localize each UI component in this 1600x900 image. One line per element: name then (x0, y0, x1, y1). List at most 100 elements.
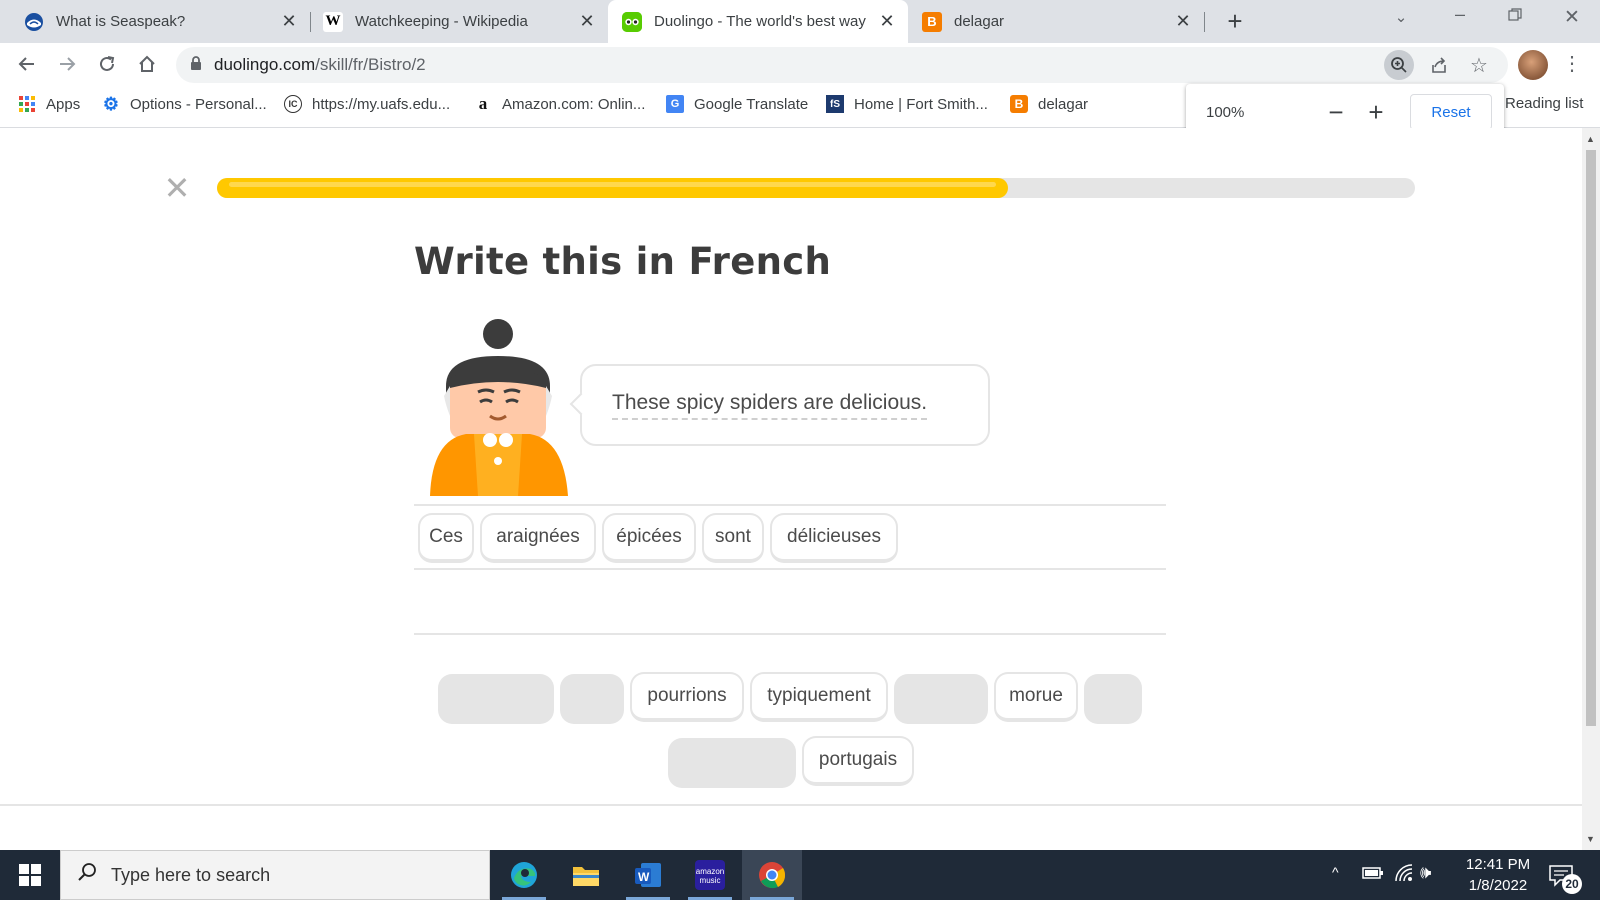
windows-start-icon[interactable] (0, 850, 60, 900)
answer-word-chip[interactable]: Ces (418, 513, 474, 563)
edge-icon[interactable] (494, 850, 554, 900)
new-tab-plus-icon[interactable]: + (1220, 6, 1250, 36)
progress-shine (229, 182, 996, 187)
minimize-icon[interactable]: – (1440, 4, 1480, 25)
word-bank-chip[interactable]: pourrions (630, 672, 744, 722)
answer-word-chip[interactable]: délicieuses (770, 513, 898, 563)
notification-center-icon[interactable]: 20 (1546, 860, 1582, 894)
clock-time: 12:41 PM (1465, 856, 1531, 873)
progress-fill (217, 178, 1008, 198)
volume-icon[interactable]: 🕪 (1420, 862, 1431, 883)
reading-list[interactable]: Reading list (1505, 95, 1583, 112)
tab-title: What is Seaspeak? (56, 13, 186, 30)
wifi-icon[interactable] (1394, 863, 1414, 888)
bookmark-apps[interactable]: Apps (18, 95, 80, 113)
battery-icon[interactable] (1362, 866, 1384, 885)
lock-icon[interactable] (190, 56, 202, 74)
answer-word-chip[interactable]: sont (702, 513, 764, 563)
windows-taskbar: Type here to search W amazon music ^ 🕪 1… (0, 850, 1600, 900)
show-hidden-icons-chevron-icon[interactable]: ^ (1332, 864, 1339, 880)
answer-line-top (414, 504, 1166, 506)
zoom-in-button[interactable]: + (1356, 97, 1396, 128)
tab-watchkeeping[interactable]: W Watchkeeping - Wikipedia ✕ (311, 0, 608, 43)
word-bank-empty-slot (668, 738, 796, 788)
challenge-heading: Write this in French (414, 240, 832, 283)
tab-title: Watchkeeping - Wikipedia (355, 13, 528, 30)
bookmark-label: Apps (46, 95, 81, 113)
blogger-icon: B (1010, 95, 1028, 113)
close-window-icon[interactable]: ✕ (1552, 6, 1592, 29)
bookmark-fort-smith[interactable]: fS Home | Fort Smith... (826, 95, 988, 113)
amazon-music-label: amazon music (695, 860, 725, 890)
word-bank-empty-slot (1084, 674, 1142, 724)
amazon-icon: a (478, 94, 488, 113)
share-icon[interactable] (1424, 50, 1454, 80)
prompt-sentence[interactable]: These spicy spiders are delicious. (612, 391, 928, 420)
home-icon[interactable] (130, 47, 164, 81)
scrollbar-thumb[interactable] (1586, 150, 1596, 726)
ic-icon: IC (284, 95, 302, 113)
menu-dots-icon[interactable]: ⋮ (1562, 51, 1582, 77)
tab-duolingo[interactable]: Duolingo - The world's best way ✕ (608, 0, 908, 43)
notification-count-badge: 20 (1562, 874, 1582, 894)
prompt-speech-bubble: These spicy spiders are delicious. (569, 364, 990, 446)
restore-icon[interactable] (1495, 8, 1535, 27)
noaa-icon (24, 12, 44, 32)
search-icon (77, 862, 97, 888)
bookmark-options[interactable]: ⚙ Options - Personal... (102, 93, 267, 114)
tab-seaspeak[interactable]: What is Seaspeak? ✕ (0, 0, 310, 43)
word-bank-chip[interactable]: portugais (802, 736, 914, 786)
tab-title: Duolingo - The world's best way (654, 13, 866, 30)
tab-title: delagar (954, 13, 1005, 30)
bookmark-google-translate[interactable]: G Google Translate (666, 95, 808, 113)
zoom-reset-button[interactable]: Reset (1410, 94, 1492, 130)
tab-search-chevron-icon[interactable]: ⌄ (1388, 8, 1414, 26)
bookmark-amazon[interactable]: a Amazon.com: Onlin... (474, 94, 646, 113)
wikipedia-icon: W (323, 11, 343, 32)
bookmark-delagar[interactable]: B delagar (1010, 95, 1088, 113)
bookmark-uafs[interactable]: IC https://my.uafs.edu... (284, 95, 450, 113)
avatar[interactable] (1518, 50, 1548, 80)
clock-date: 1/8/2022 (1468, 877, 1528, 894)
gear-icon: ⚙ (102, 93, 120, 114)
answer-word-chip[interactable]: araignées (480, 513, 596, 563)
url-text: duolingo.com/skill/fr/Bistro/2 (214, 55, 426, 75)
answer-word-chip[interactable]: épicées (602, 513, 696, 563)
scroll-down-arrow-icon[interactable]: ▼ (1586, 834, 1595, 844)
zoom-magnifier-icon[interactable] (1384, 50, 1414, 80)
system-clock[interactable]: 12:41 PM 1/8/2022 (1448, 854, 1548, 896)
back-arrow-icon[interactable] (10, 47, 44, 81)
reading-list-label: Reading list (1505, 95, 1584, 112)
footer-divider (0, 804, 1582, 806)
google-translate-icon: G (666, 95, 684, 113)
page-scrollbar[interactable]: ▲ ▼ (1582, 128, 1600, 850)
word-bank-empty-slot (438, 674, 554, 724)
search-placeholder: Type here to search (111, 864, 271, 885)
forward-arrow-icon[interactable] (50, 47, 84, 81)
word-icon[interactable]: W (618, 850, 678, 900)
tab-delagar[interactable]: B delagar ✕ (908, 0, 1204, 43)
duolingo-icon (622, 11, 642, 32)
url-path: /skill/fr/Bistro/2 (315, 55, 426, 74)
address-bar[interactable]: duolingo.com/skill/fr/Bistro/2 ☆ (176, 47, 1508, 83)
word-bank-chip[interactable]: typiquement (750, 672, 888, 722)
blogger-icon: B (922, 11, 942, 32)
close-tab-icon[interactable]: ✕ (574, 11, 600, 32)
amazon-music-icon[interactable]: amazon music (680, 850, 740, 900)
quit-lesson-close-icon[interactable]: ✕ (162, 172, 192, 204)
bookmark-star-icon[interactable]: ☆ (1464, 50, 1494, 80)
zoom-out-button[interactable]: − (1316, 97, 1356, 128)
bookmark-label: Options - Personal... (130, 95, 267, 113)
close-tab-icon[interactable]: ✕ (874, 11, 900, 32)
file-explorer-icon[interactable] (556, 850, 616, 900)
taskbar-search-box[interactable]: Type here to search (60, 850, 490, 900)
chrome-icon[interactable] (742, 850, 802, 900)
reload-icon[interactable] (90, 47, 124, 81)
word-bank-chip[interactable]: morue (994, 672, 1078, 722)
apps-grid-icon (18, 95, 36, 113)
url-host: duolingo.com (214, 55, 316, 74)
close-tab-icon[interactable]: ✕ (1170, 11, 1196, 32)
word-bank-empty-slot (894, 674, 988, 724)
close-tab-icon[interactable]: ✕ (276, 11, 302, 32)
scroll-up-arrow-icon[interactable]: ▲ (1586, 134, 1595, 144)
